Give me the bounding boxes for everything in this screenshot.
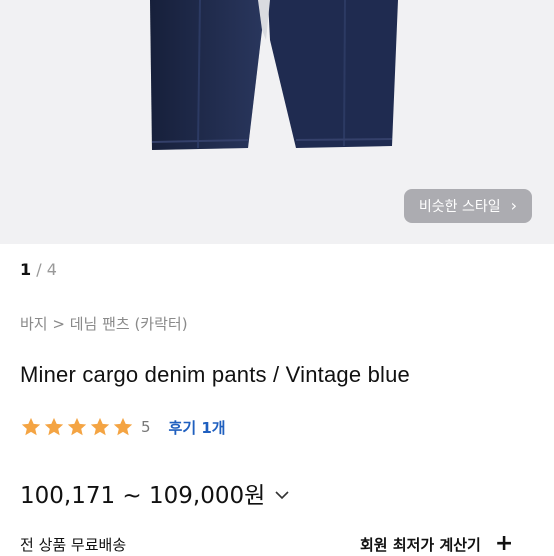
star-icon (44, 417, 64, 436)
product-title: Miner cargo denim pants / Vintage blue (20, 362, 410, 387)
similar-style-label: 비슷한 스타일 (418, 199, 501, 215)
price-text: 100,171 ~ 109,000원 (20, 483, 266, 509)
image-pager: 1 / 4 (20, 260, 57, 279)
chevron-right-icon: › (510, 196, 518, 215)
pager-current: 1 (20, 260, 32, 279)
star-icon (21, 417, 41, 436)
rating-stars (20, 416, 134, 438)
plus-icon: + (494, 531, 514, 556)
member-price-calculator[interactable]: 회원 최저가 계산기 + (360, 533, 513, 555)
product-image-gallery[interactable]: 비슷한 스타일 › (0, 0, 554, 244)
pager-total: / 4 (31, 260, 57, 279)
star-icon (67, 417, 87, 436)
similar-style-button[interactable]: 비슷한 스타일 › (404, 189, 532, 223)
shipping-info: 전 상품 무료배송 (20, 536, 127, 554)
star-icon (113, 417, 133, 436)
rating-score: 5 (141, 418, 151, 436)
product-rating: 5 후기 1개 (20, 416, 226, 438)
review-count-link[interactable]: 후기 1개 (169, 417, 226, 438)
breadcrumb[interactable]: 바지 > 데님 팬츠 (카락터) (20, 313, 188, 334)
price-range[interactable]: 100,171 ~ 109,000원 (20, 476, 291, 510)
member-calc-label: 회원 최저가 계산기 (360, 535, 481, 554)
star-icon (90, 417, 110, 436)
chevron-down-icon (275, 491, 289, 500)
